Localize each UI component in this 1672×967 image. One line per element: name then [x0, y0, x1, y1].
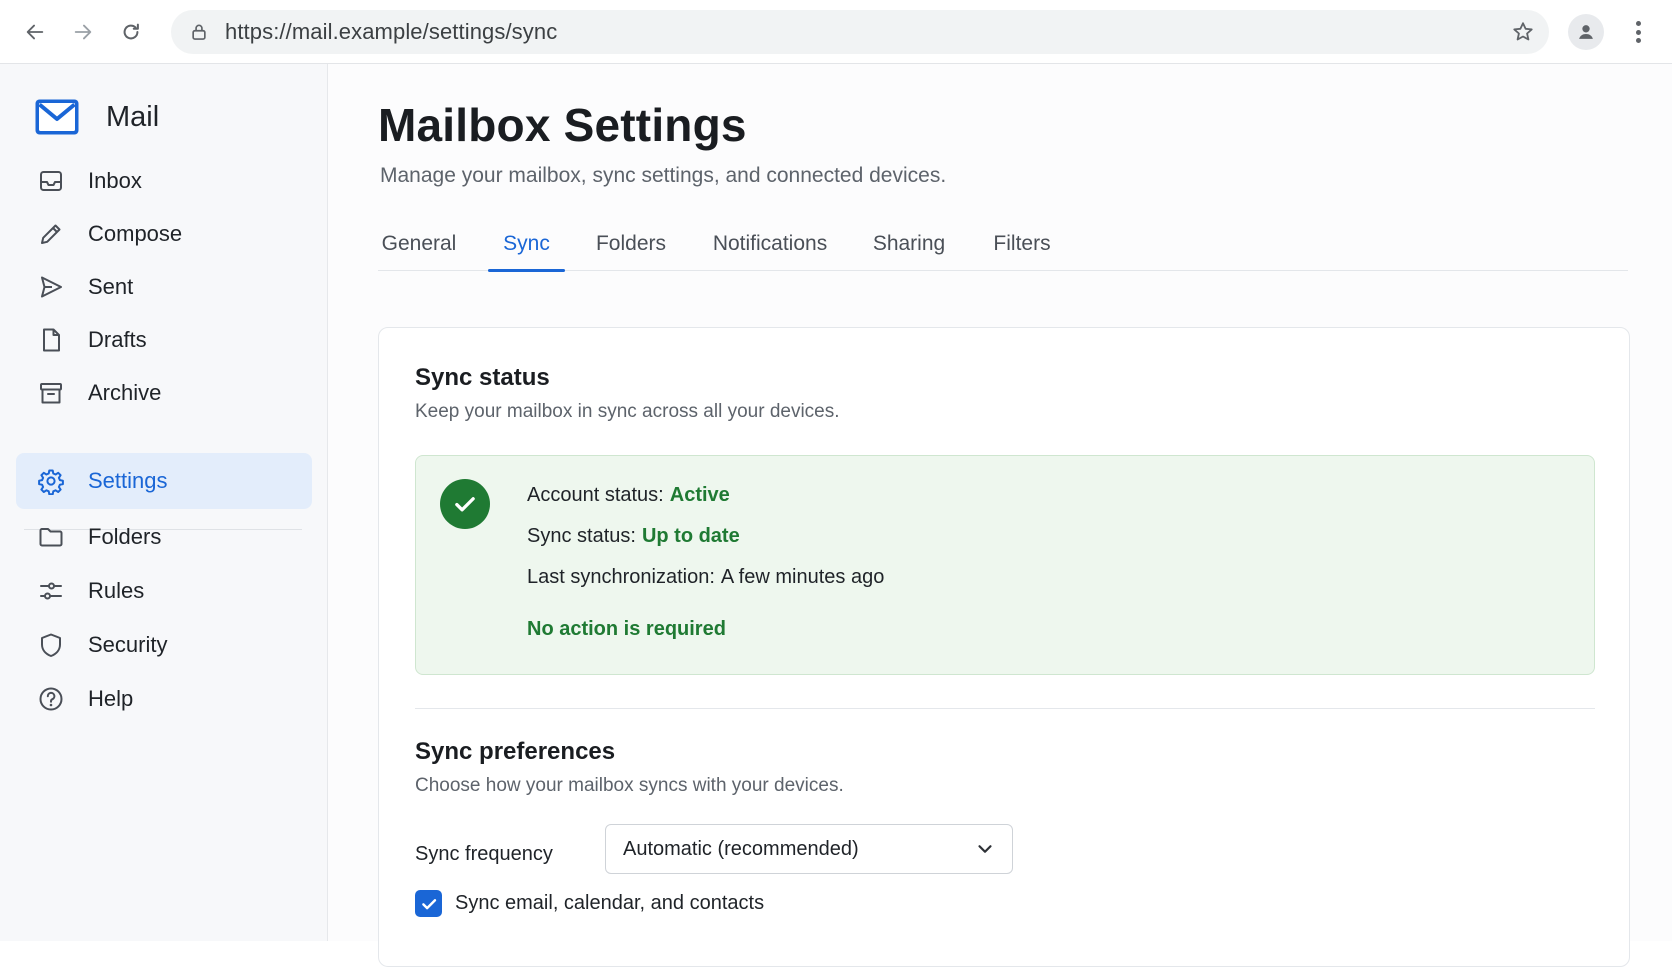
help-icon: [36, 684, 66, 714]
account-status-row: Account status: Active: [527, 484, 730, 507]
app-name: Mail: [106, 100, 160, 133]
sidebar-item-sent[interactable]: Sent: [16, 259, 312, 315]
inbox-icon: [36, 166, 66, 196]
bookmark-star-icon[interactable]: [1511, 20, 1535, 44]
sync-card: Sync status Keep your mailbox in sync ac…: [378, 327, 1630, 967]
browser-menu-button[interactable]: [1628, 18, 1648, 46]
sidebar-item-label: Help: [88, 686, 134, 711]
app-brand[interactable]: Mail: [34, 98, 159, 136]
sync-all-option: Sync email, calendar, and contacts: [415, 890, 764, 917]
draft-icon: [36, 325, 66, 355]
last-sync-value: A few minutes ago: [720, 566, 885, 588]
sidebar-item-label: Security: [88, 632, 168, 657]
chevron-down-icon: [978, 845, 992, 853]
sync-status-description: Keep your mailbox in sync across all you…: [415, 401, 840, 422]
sidebar-item-label: Drafts: [88, 327, 147, 352]
main-content: Mailbox Settings Manage your mailbox, sy…: [328, 64, 1672, 967]
section-divider: [415, 708, 1595, 709]
shield-icon: [36, 630, 66, 660]
sync-all-checkbox[interactable]: [415, 890, 442, 917]
tab-sync[interactable]: Sync: [488, 216, 565, 272]
account-status-value: Active: [669, 484, 730, 506]
sliders-icon: [36, 576, 66, 606]
checkmark-icon: [421, 898, 436, 909]
sync-status-value: Up to date: [641, 525, 740, 547]
last-sync-row: Last synchronization: A few minutes ago: [527, 566, 884, 589]
page-title: Mailbox Settings: [378, 99, 747, 151]
sync-frequency-value: Automatic (recommended): [623, 837, 859, 860]
sync-preferences-heading: Sync preferences: [415, 738, 616, 765]
profile-button[interactable]: [1568, 14, 1604, 50]
sidebar-item-inbox[interactable]: Inbox: [16, 153, 312, 209]
sidebar-item-compose[interactable]: Compose: [16, 206, 312, 262]
sidebar-item-rules[interactable]: Rules: [16, 563, 312, 619]
tab-filters[interactable]: Filters: [993, 216, 1050, 271]
sidebar-item-help[interactable]: Help: [16, 671, 312, 727]
sync-status-panel: Account status: Active Sync status: Up to …: [415, 455, 1595, 675]
sidebar-item-label: Inbox: [88, 168, 142, 193]
tab-folders[interactable]: Folders: [596, 216, 666, 271]
archive-icon: [36, 378, 66, 408]
sync-status-label: Sync status:: [527, 525, 636, 547]
sidebar-item-label: Compose: [88, 221, 183, 246]
sidebar-item-settings[interactable]: Settings: [16, 453, 312, 509]
last-sync-label: Last synchronization:: [527, 566, 715, 588]
sidebar-item-drafts[interactable]: Drafts: [16, 312, 312, 368]
sync-all-label[interactable]: Sync email, calendar, and contacts: [455, 892, 764, 915]
url-text: https://mail.example/settings/sync: [225, 19, 558, 44]
sidebar-item-label: Folders: [88, 524, 162, 549]
tab-notifications[interactable]: Notifications: [713, 216, 827, 271]
status-message: No action is required: [527, 618, 726, 640]
forward-button[interactable]: [63, 12, 103, 52]
address-bar[interactable]: https://mail.example/settings/sync: [171, 10, 1549, 54]
sidebar: Mail Inbox Compose Sent Drafts Archive S…: [0, 64, 328, 941]
page-subtitle: Manage your mailbox, sync settings, and …: [380, 164, 947, 187]
tab-general[interactable]: General: [378, 216, 460, 271]
sync-preferences-description: Choose how your mailbox syncs with your …: [415, 775, 844, 796]
sync-status-row: Sync status: Up to date: [527, 525, 740, 548]
settings-tabs: General Sync Folders Notifications Shari…: [378, 216, 1628, 272]
account-status-label: Account status:: [527, 484, 664, 506]
folder-icon: [36, 522, 66, 552]
tab-sharing[interactable]: Sharing: [873, 216, 945, 271]
gear-icon: [36, 466, 66, 496]
lock-icon: [192, 24, 206, 40]
reload-button[interactable]: [111, 12, 151, 52]
pencil-icon: [36, 219, 66, 249]
reload-icon: [123, 23, 139, 39]
mail-logo-icon: [35, 99, 79, 135]
sync-frequency-select[interactable]: Automatic (recommended): [605, 824, 1013, 874]
sync-status-heading: Sync status: [415, 364, 550, 391]
back-button[interactable]: [15, 12, 55, 52]
arrow-left-icon: [26, 24, 44, 39]
arrow-right-icon: [74, 24, 92, 39]
sidebar-item-label: Settings: [88, 468, 168, 493]
sidebar-item-archive[interactable]: Archive: [16, 365, 312, 421]
sidebar-item-label: Archive: [88, 380, 162, 405]
sidebar-item-label: Rules: [88, 578, 145, 603]
sync-frequency-label: Sync frequency: [415, 843, 553, 865]
sidebar-item-security[interactable]: Security: [16, 617, 312, 673]
person-icon: [1579, 25, 1593, 39]
sidebar-item-folders[interactable]: Folders: [16, 509, 312, 565]
sidebar-item-label: Sent: [88, 274, 134, 299]
browser-toolbar: https://mail.example/settings/sync: [0, 0, 1672, 64]
check-circle-icon: [440, 479, 490, 529]
send-icon: [36, 272, 66, 302]
